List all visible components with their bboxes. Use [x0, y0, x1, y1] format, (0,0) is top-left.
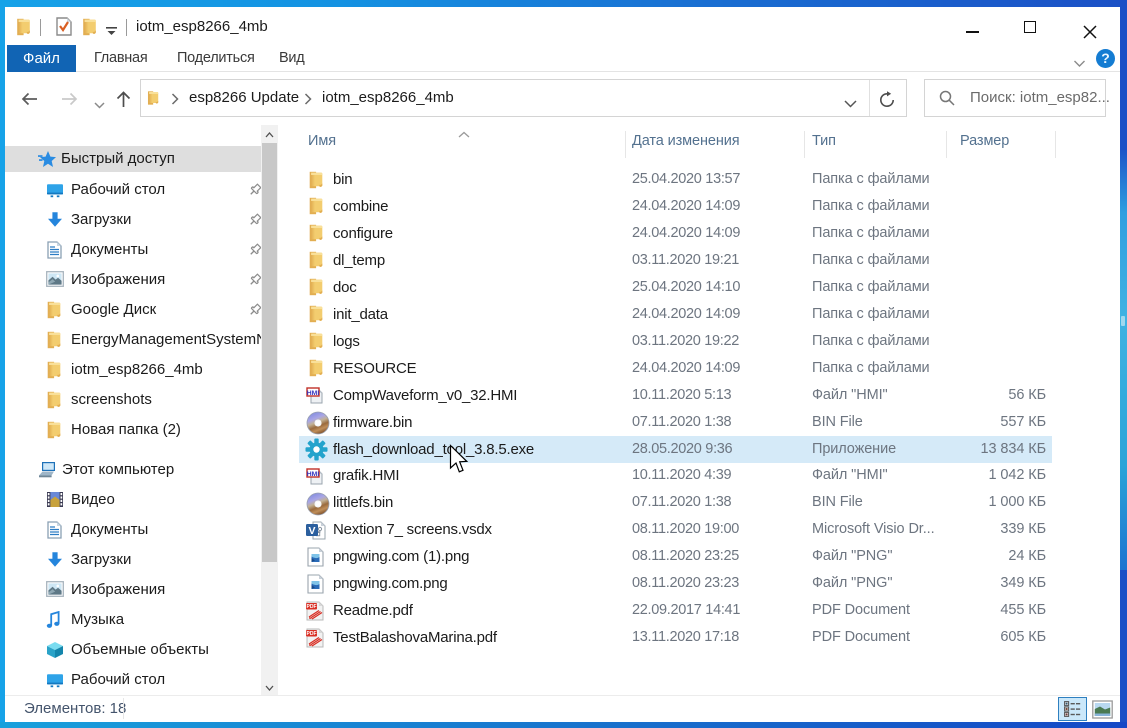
svg-text:HMI: HMI: [307, 390, 320, 397]
svg-text:PDF: PDF: [307, 631, 317, 637]
svg-text:HMI: HMI: [307, 471, 320, 478]
svg-text:PDF: PDF: [307, 604, 317, 610]
svg-text:V: V: [308, 525, 315, 537]
